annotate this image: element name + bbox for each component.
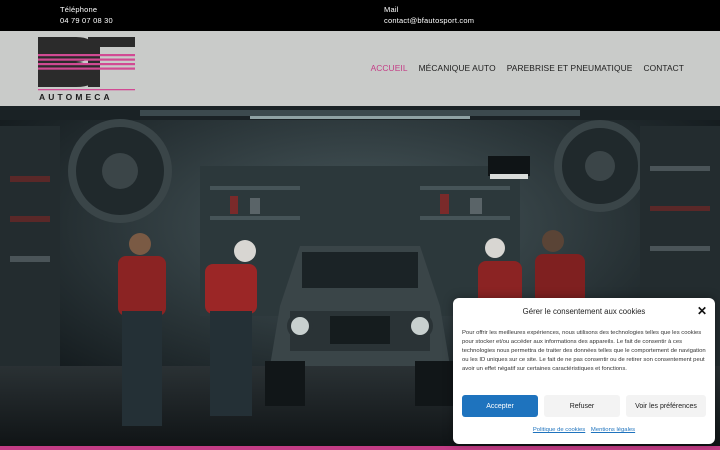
nav-parebrise-pneumatique[interactable]: PAREBRISE ET PNEUMATIQUE bbox=[507, 63, 633, 73]
phone-label: Téléphone bbox=[60, 5, 98, 14]
nav-contact[interactable]: CONTACT bbox=[643, 63, 684, 73]
cookie-policy-link[interactable]: Politique de cookies bbox=[533, 427, 585, 433]
mail-label: Mail bbox=[384, 5, 399, 14]
legal-notice-link[interactable]: Mentions légales bbox=[591, 427, 635, 433]
close-icon[interactable]: ✕ bbox=[697, 304, 707, 318]
top-contact-bar: Téléphone 04 79 07 08 30 Mail contact@bf… bbox=[0, 0, 720, 31]
nav-accueil[interactable]: ACCUEIL bbox=[371, 63, 408, 73]
accept-button[interactable]: Accepter bbox=[462, 395, 538, 417]
mail-block: Mail contact@bfautosport.com bbox=[384, 5, 474, 26]
preferences-button[interactable]: Voir les préférences bbox=[626, 395, 706, 417]
footer-accent-strip bbox=[0, 446, 720, 450]
cookie-title: Gérer le consentement aux cookies bbox=[522, 307, 646, 316]
cookie-links: Politique de cookies Mentions légales bbox=[453, 427, 715, 433]
cookie-consent-dialog: Gérer le consentement aux cookies ✕ Pour… bbox=[453, 298, 715, 444]
refuse-button[interactable]: Refuser bbox=[544, 395, 620, 417]
phone-number[interactable]: 04 79 07 08 30 bbox=[60, 16, 113, 27]
cookie-description: Pour offrir les meilleures expériences, … bbox=[462, 330, 706, 372]
nav-mecanique-auto[interactable]: MÉCANIQUE AUTO bbox=[419, 63, 496, 73]
phone-block: Téléphone 04 79 07 08 30 bbox=[60, 5, 113, 26]
logo-wordmark: AUTOMECA bbox=[39, 92, 113, 102]
site-header: AUTOMECA ACCUEIL MÉCANIQUE AUTO PAREBRIS… bbox=[0, 31, 720, 106]
mail-address[interactable]: contact@bfautosport.com bbox=[384, 16, 474, 27]
main-nav: ACCUEIL MÉCANIQUE AUTO PAREBRISE ET PNEU… bbox=[371, 63, 684, 73]
